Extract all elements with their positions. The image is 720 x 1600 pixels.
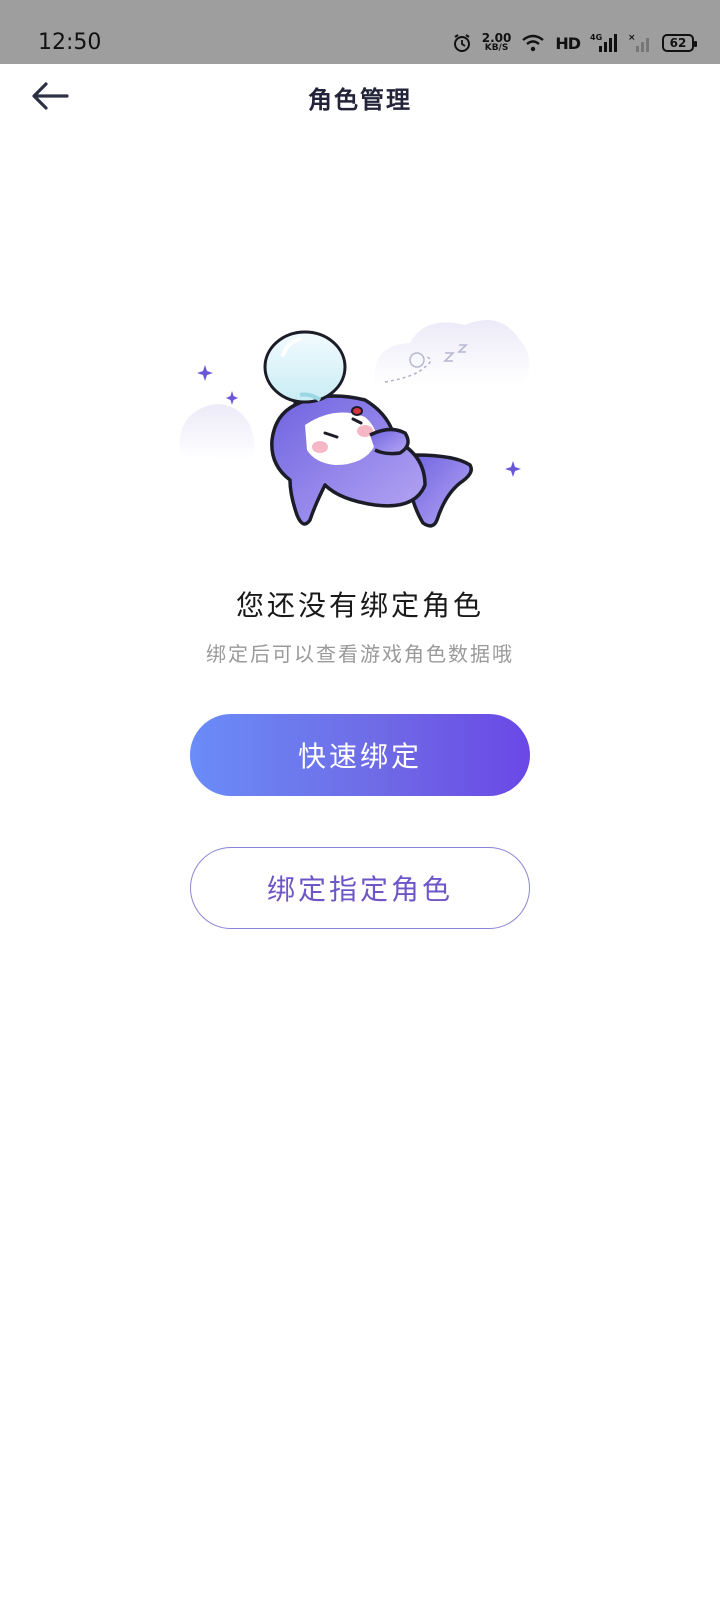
hd-label: HD xyxy=(555,33,581,53)
header: 角色管理 xyxy=(0,64,720,134)
signal-icon: 4G xyxy=(590,33,617,52)
svg-text:4G: 4G xyxy=(590,33,602,42)
quick-bind-button[interactable]: 快速绑定 xyxy=(190,714,530,796)
status-icons: 2.00 KB/S HD 4G × 62 xyxy=(452,30,697,56)
empty-state-subtitle: 绑定后可以查看游戏角色数据哦 xyxy=(206,642,514,666)
net-speed-unit: KB/S xyxy=(484,43,509,53)
empty-state-title: 您还没有绑定角色 xyxy=(235,589,484,622)
bind-specific-role-button[interactable]: 绑定指定角色 xyxy=(190,847,530,929)
net-speed-value: 2.00 xyxy=(481,31,512,45)
quick-bind-label: 快速绑定 xyxy=(297,740,422,773)
battery-icon: 62 xyxy=(662,34,697,52)
status-bar: 12:50 2.00 KB/S HD 4G × 62 xyxy=(0,0,720,64)
status-time: 12:50 xyxy=(38,30,102,55)
net-speed: 2.00 KB/S xyxy=(481,31,512,53)
bind-specific-role-label: 绑定指定角色 xyxy=(266,873,453,906)
page-title: 角色管理 xyxy=(308,85,412,114)
wifi-icon xyxy=(522,34,545,52)
sleeping-penguin-illustration xyxy=(175,305,545,545)
signal-icon-2: × xyxy=(628,33,649,52)
alarm-icon xyxy=(453,34,470,52)
svg-text:×: × xyxy=(628,33,636,43)
